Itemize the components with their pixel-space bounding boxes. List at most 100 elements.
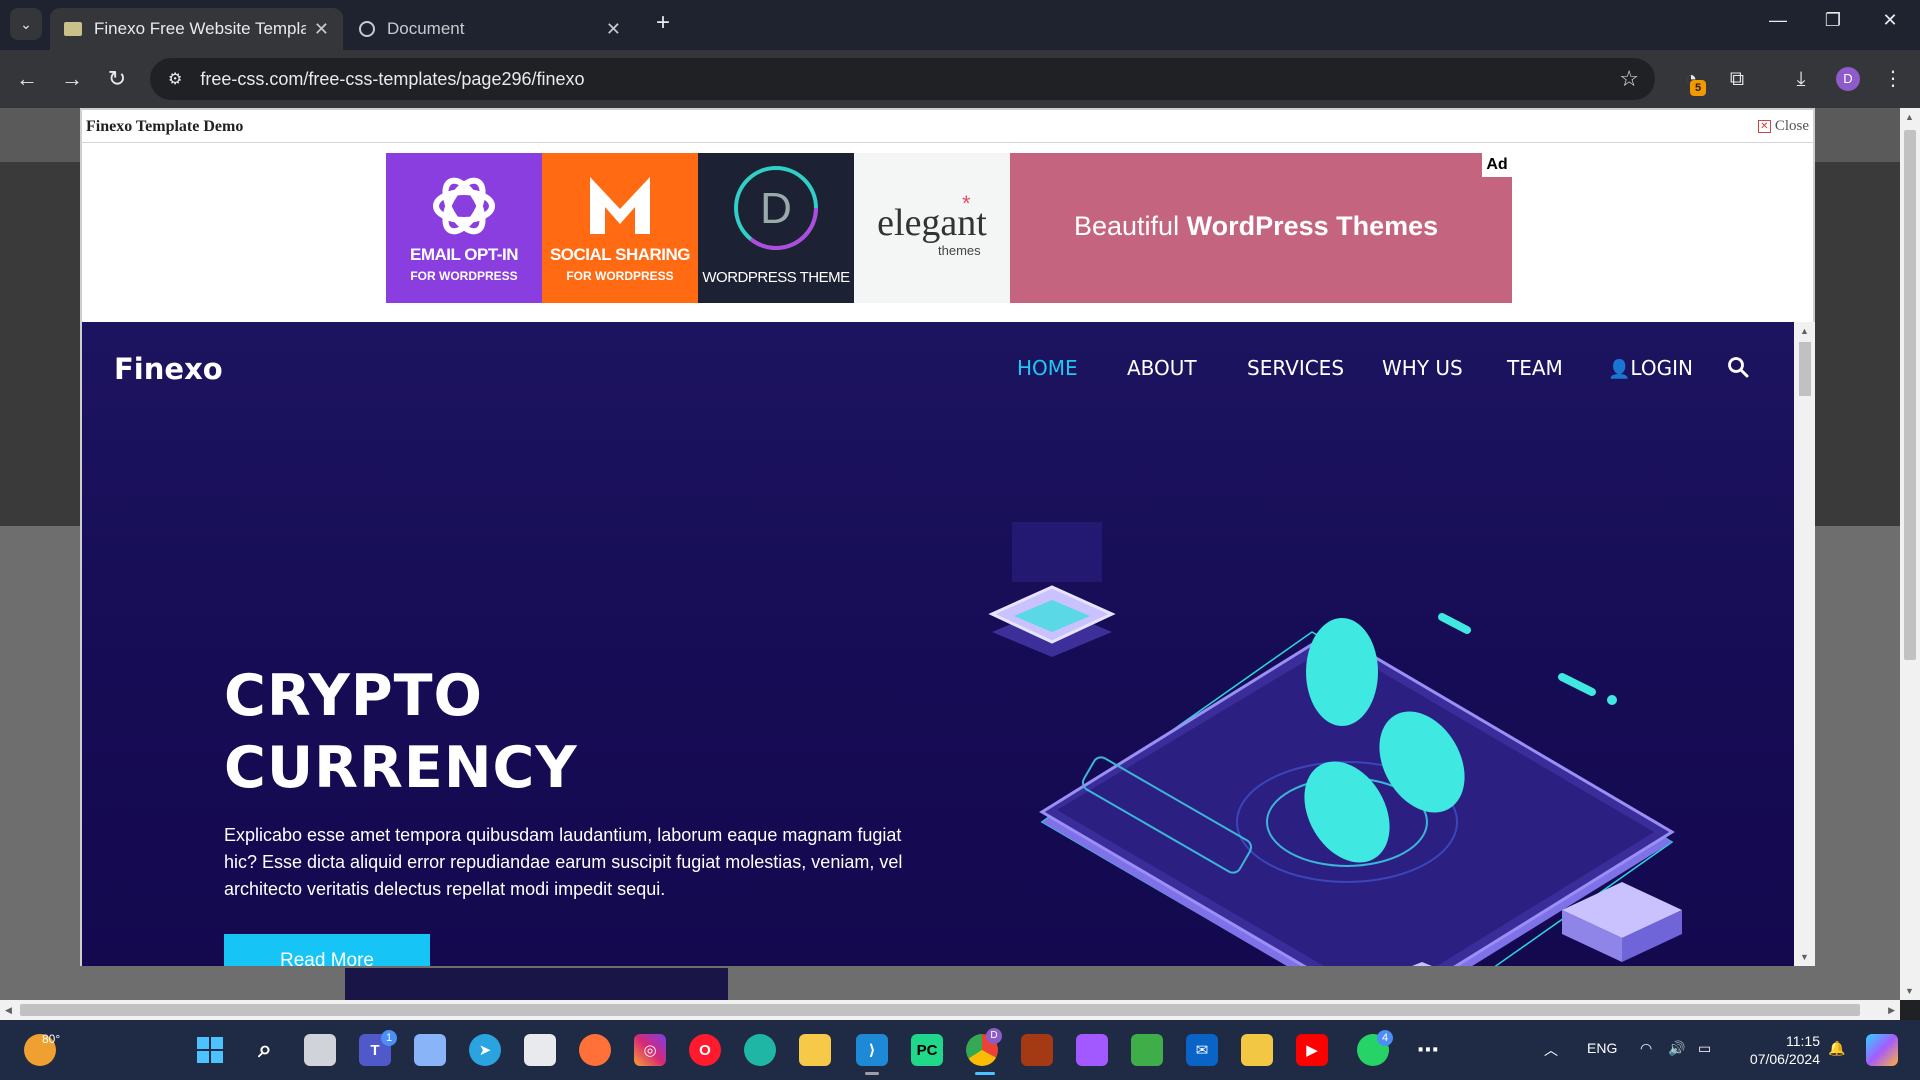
snipping-tool-icon[interactable] (1241, 1034, 1273, 1066)
minimize-icon[interactable]: — (1758, 10, 1798, 38)
windows-start-icon[interactable] (194, 1034, 226, 1066)
site-brand[interactable]: Finexo (114, 352, 223, 386)
hero-title-line1: CRYPTO (224, 663, 483, 729)
ad-tile-email-optin[interactable]: EMAIL OPT-IN FOR WORDPRESS (386, 153, 542, 303)
ad-tile-elegant-themes[interactable]: elegant * themes (854, 153, 1010, 303)
user-icon: 👤 (1608, 359, 1631, 380)
opera-icon[interactable]: O (689, 1034, 721, 1066)
download-icon[interactable]: ⤓ (1786, 64, 1816, 94)
site-info-icon[interactable]: ⚙ (168, 69, 182, 89)
task-view-icon[interactable] (304, 1034, 336, 1066)
search-icon[interactable] (1727, 356, 1749, 378)
close-icon[interactable]: ✕ (1757, 120, 1771, 133)
hero-title-line2: CURRENCY (224, 735, 578, 801)
battery-icon[interactable]: ▭ (1698, 1040, 1711, 1057)
nav-login-label[interactable]: LOGIN (1630, 356, 1693, 380)
ad-label: Ad (1482, 153, 1512, 177)
menu-kebab-icon[interactable]: ⋮ (1878, 64, 1908, 94)
sublime-icon[interactable] (1021, 1034, 1053, 1066)
bookmark-star-icon[interactable]: ☆ (1619, 66, 1639, 92)
browser-toolbar: ← → ↻ ⚙ free-css.com/free-css-templates/… (0, 50, 1920, 108)
tab-finexo[interactable]: Finexo Free Website Template | ✕ (50, 8, 343, 50)
ad-banner[interactable]: EMAIL OPT-IN FOR WORDPRESS SOCIAL SHARIN… (386, 153, 1512, 303)
active-indicator (975, 1072, 995, 1075)
modal-close-button[interactable]: ✕ Close (1757, 118, 1809, 135)
new-tab-button[interactable]: + (650, 11, 676, 37)
pycharm-icon[interactable]: PC (911, 1034, 943, 1066)
youtube-icon[interactable]: ▶ (1296, 1034, 1328, 1066)
microsoft-store-icon[interactable] (524, 1034, 556, 1066)
monarch-logo-icon (590, 177, 650, 234)
template-demo-modal: Finexo Template Demo ✕ Close EMAIL OPT-I… (80, 108, 1815, 966)
extensions-puzzle-icon[interactable]: ⧉ (1722, 64, 1752, 94)
ad-tile-title: SOCIAL SHARING (549, 245, 691, 264)
more-apps-icon[interactable]: ⋯ (1412, 1034, 1444, 1066)
extension-badge: 5 (1690, 80, 1706, 96)
nav-team[interactable]: TEAM (1507, 356, 1563, 380)
ad-tile-divi-theme[interactable]: D WORDPRESS THEME (698, 153, 854, 303)
close-window-icon[interactable]: ✕ (1870, 10, 1910, 38)
scroll-right-icon[interactable]: ▶ (1888, 1005, 1895, 1016)
scroll-left-icon[interactable]: ◀ (5, 1005, 12, 1016)
close-label[interactable]: Close (1775, 118, 1809, 135)
clock[interactable]: 11:15 07/06/2024 (1750, 1032, 1820, 1068)
close-tab-icon[interactable]: ✕ (606, 19, 621, 40)
nav-about[interactable]: ABOUT (1127, 356, 1197, 380)
edge-icon[interactable] (744, 1034, 776, 1066)
nav-why-us[interactable]: WHY US (1382, 356, 1463, 380)
copilot-icon[interactable] (1866, 1034, 1898, 1066)
scroll-down-icon[interactable]: ▼ (1905, 986, 1914, 996)
tab-document[interactable]: Document ✕ (345, 8, 635, 50)
reload-icon[interactable]: ↻ (102, 64, 132, 94)
tab-title: Finexo Free Website Template | (94, 19, 306, 38)
search-icon[interactable]: ⌕ (249, 1034, 281, 1066)
vscode-icon[interactable]: ⟩ (856, 1034, 888, 1066)
page-vertical-scrollbar[interactable]: ▲ ▼ (1900, 108, 1920, 1000)
ad-headline-light: Beautiful (1074, 211, 1180, 241)
telegram-icon[interactable]: ➤ (469, 1034, 501, 1066)
modal-header: Finexo Template Demo ✕ Close (82, 110, 1813, 143)
ad-tile-subtitle: FOR WORDPRESS (566, 269, 674, 283)
nav-services[interactable]: SERVICES (1247, 356, 1344, 380)
nodejs-icon[interactable] (1131, 1034, 1163, 1066)
volume-icon[interactable]: 🔊 (1668, 1040, 1685, 1057)
profile-avatar[interactable]: D (1836, 67, 1860, 91)
scroll-thumb[interactable] (1904, 130, 1916, 660)
weather-temperature[interactable]: 80° (42, 1032, 60, 1046)
wifi-icon[interactable]: ◠ (1640, 1040, 1652, 1057)
frame-scroll-down-icon[interactable]: ▼ (1800, 952, 1809, 962)
mail-icon[interactable]: ✉ (1186, 1034, 1218, 1066)
figma-icon[interactable] (1076, 1034, 1108, 1066)
notification-bell-icon[interactable]: 🔔 (1828, 1040, 1845, 1057)
ad-tile-social-sharing[interactable]: SOCIAL SHARING FOR WORDPRESS (542, 153, 698, 303)
close-tab-icon[interactable]: ✕ (314, 19, 329, 40)
frame-scroll-up-icon[interactable]: ▲ (1800, 326, 1809, 336)
ad-tile-title: WORDPRESS THEME (702, 269, 850, 286)
language-indicator[interactable]: ENG (1587, 1040, 1617, 1056)
back-icon[interactable]: ← (12, 64, 42, 94)
windows-taskbar: 80° ⌕ T 1 ➤ ◎ O ⟩ PC D ✉ ▶ 4 ⋯ ︿ ENG ◠ 🔊 (0, 1020, 1920, 1080)
scroll-up-icon[interactable]: ▲ (1905, 112, 1914, 122)
frame-scroll-thumb[interactable] (1799, 342, 1811, 396)
ad-headline-bold: WordPress Themes (1186, 211, 1439, 241)
page-thumbnail (345, 968, 728, 1000)
page-horizontal-scrollbar[interactable]: ◀ ▶ (0, 1000, 1900, 1020)
frame-scrollbar[interactable]: ▲ ▼ (1794, 322, 1815, 966)
instagram-icon[interactable]: ◎ (634, 1034, 666, 1066)
nav-home[interactable]: HOME (1017, 356, 1078, 380)
url-text[interactable]: free-css.com/free-css-templates/page296/… (200, 69, 584, 90)
read-more-button[interactable]: Read More (224, 934, 430, 966)
file-explorer-icon[interactable] (799, 1034, 831, 1066)
chrome-profile-badge: D (986, 1028, 1002, 1044)
nav-login[interactable]: 👤LOGIN (1608, 356, 1693, 380)
scroll-thumb[interactable] (20, 1004, 1860, 1016)
ad-main-panel[interactable]: Beautiful WordPress Themes Ad (1010, 153, 1512, 303)
tab-search-button[interactable]: ⌄ (10, 8, 42, 40)
firefox-icon[interactable] (579, 1034, 611, 1066)
desktop: ⌄ Finexo Free Website Template | ✕ Docum… (0, 0, 1920, 1080)
notepad-icon[interactable] (414, 1034, 446, 1066)
show-hidden-icons[interactable]: ︿ (1544, 1040, 1558, 1060)
address-bar[interactable]: ⚙ free-css.com/free-css-templates/page29… (150, 58, 1655, 100)
restore-icon[interactable]: ❐ (1813, 10, 1853, 38)
forward-icon[interactable]: → (57, 64, 87, 94)
